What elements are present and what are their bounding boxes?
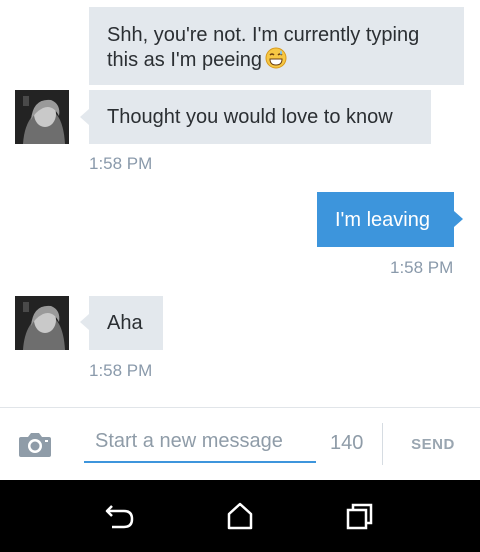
composer-divider [382, 423, 383, 465]
grinning-sweat-emoji-icon [265, 47, 287, 69]
message-timestamp: 1:58 PM [89, 361, 153, 380]
message-timestamp: 1:58 PM [390, 258, 454, 277]
bubble-tail [454, 211, 463, 227]
system-navigation-bar [0, 480, 480, 552]
recent-apps-icon[interactable] [340, 500, 380, 532]
message-text: Aha [107, 312, 143, 334]
message-input[interactable] [84, 425, 316, 463]
bubble-tail [80, 314, 89, 330]
avatar-photo [15, 296, 69, 350]
avatar-photo [15, 90, 69, 144]
message-text: Thought you would love to know [107, 106, 393, 128]
contact-avatar[interactable] [15, 296, 69, 350]
bubble-tail [80, 109, 89, 125]
message-thread: Shh, you're not. I'm currently typing th… [0, 0, 480, 407]
message-bubble-outgoing[interactable]: I'm leaving [317, 192, 454, 247]
camera-icon[interactable] [18, 429, 52, 459]
message-text: I'm leaving [335, 209, 430, 231]
message-bubble-incoming[interactable]: Shh, you're not. I'm currently typing th… [89, 7, 464, 85]
send-button[interactable]: SEND [400, 430, 466, 458]
contact-avatar[interactable] [15, 90, 69, 144]
home-icon[interactable] [220, 500, 260, 532]
message-timestamp: 1:58 PM [89, 154, 153, 173]
message-bubble-incoming[interactable]: Aha [89, 296, 163, 350]
character-counter: 140 [330, 432, 364, 454]
message-bubble-incoming[interactable]: Thought you would love to know [89, 90, 431, 144]
message-composer: 140 SEND [0, 407, 480, 480]
back-icon[interactable] [100, 500, 140, 532]
message-text: Shh, you're not. I'm currently typing th… [107, 24, 420, 71]
